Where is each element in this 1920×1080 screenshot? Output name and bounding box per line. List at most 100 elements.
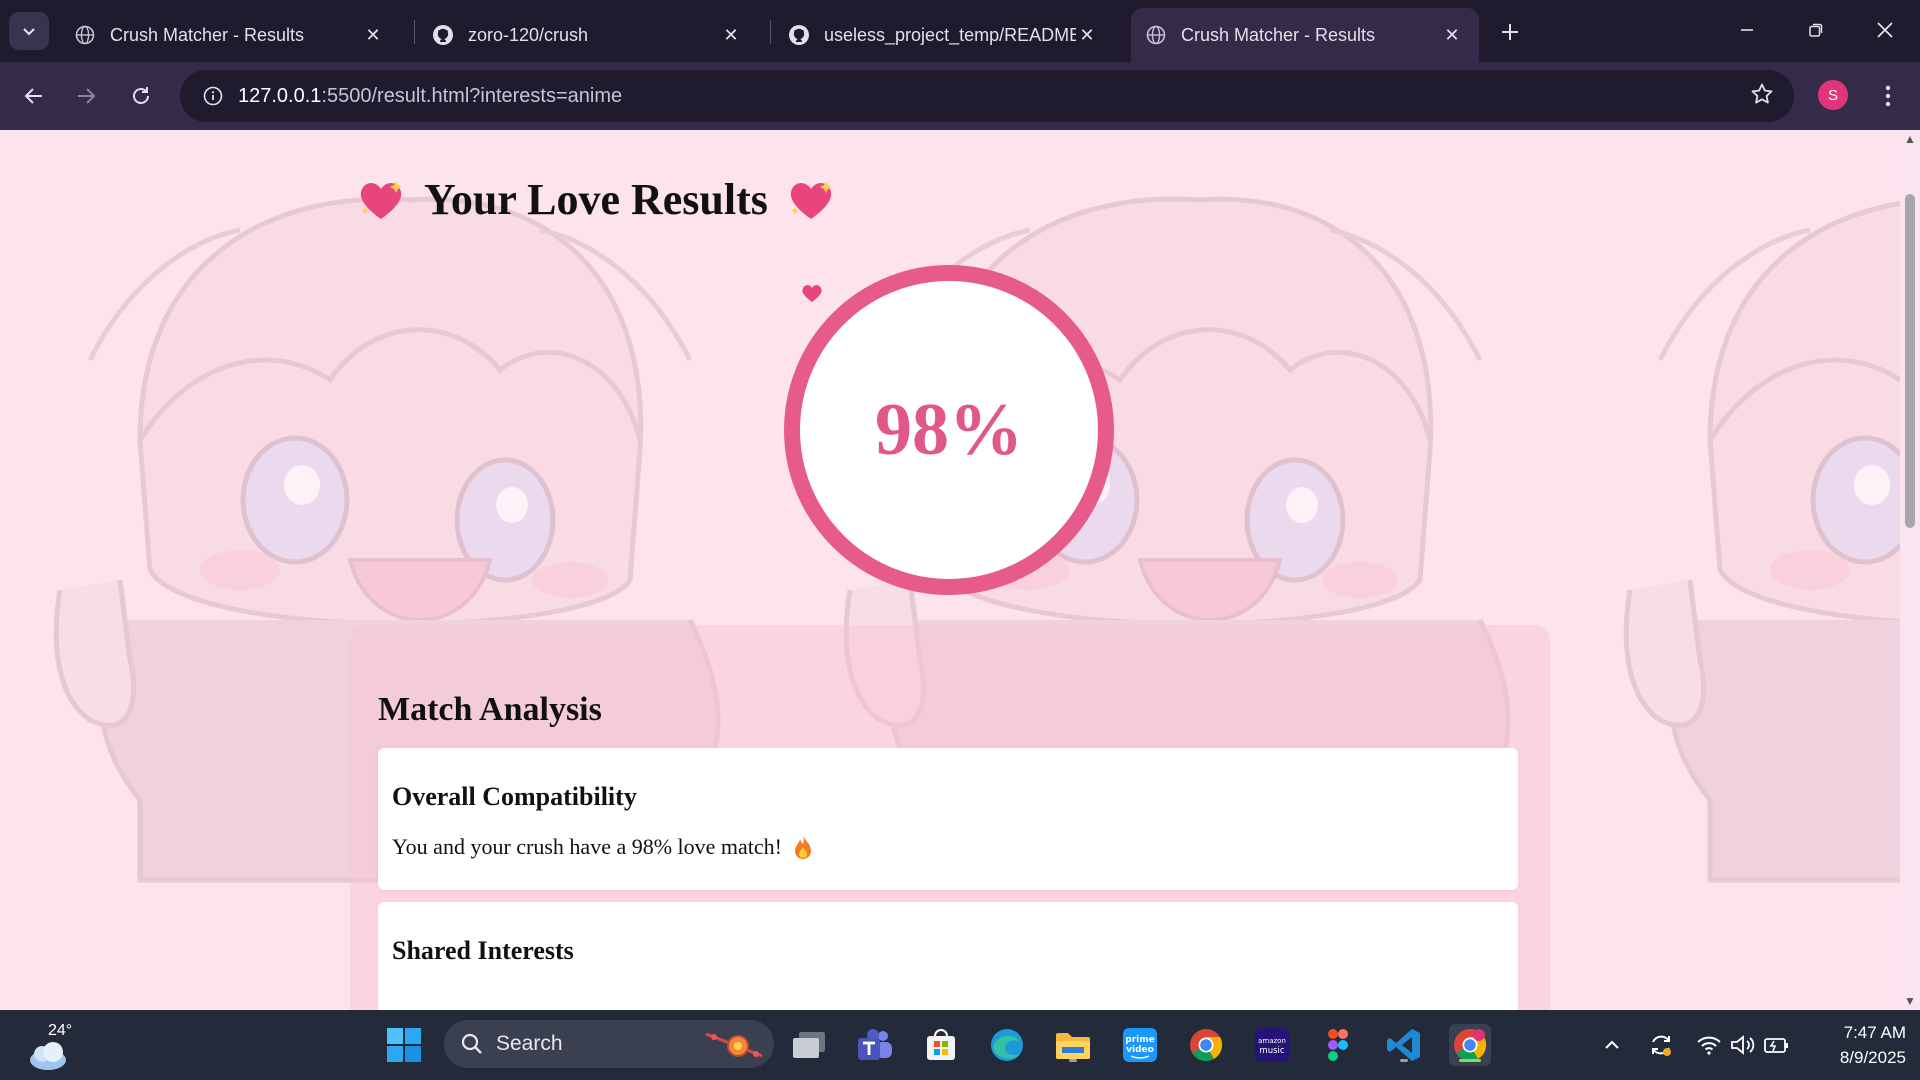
close-icon[interactable]: ✕	[1076, 24, 1098, 46]
windows-logo-icon	[387, 1028, 421, 1062]
tab-divider	[414, 20, 415, 44]
love-score-value: 98%	[875, 388, 1023, 471]
tab-title: zoro-120/crush	[468, 24, 589, 45]
chrome-profile-app[interactable]	[1449, 1024, 1491, 1066]
battery-icon[interactable]	[1762, 1028, 1792, 1062]
scroll-up-arrow-icon[interactable]: ▲	[1904, 132, 1916, 146]
svg-text:video: video	[1126, 1045, 1154, 1055]
show-hidden-icons-button[interactable]	[1597, 1028, 1627, 1062]
chevron-up-icon	[1605, 1040, 1619, 1049]
card-title: Overall Compatibility	[392, 782, 637, 811]
minimize-icon	[1741, 29, 1753, 31]
chrome-icon	[1454, 1029, 1487, 1062]
edge-icon	[991, 1029, 1023, 1061]
svg-text:music: music	[1259, 1046, 1284, 1056]
weather-widget[interactable]: 24°	[24, 1020, 84, 1070]
menu-button[interactable]	[1872, 76, 1904, 116]
card-title: Shared Interests	[392, 936, 574, 965]
page-title: Your Love Results	[356, 174, 836, 225]
tab-crush-results-1[interactable]: Crush Matcher - Results ✕	[60, 8, 400, 62]
prime-video-icon: primevideo	[1123, 1028, 1157, 1062]
amazon-music-icon: amazonmusic	[1255, 1028, 1289, 1062]
search-highlight-icon	[705, 1032, 763, 1058]
more-vert-icon	[1885, 85, 1891, 107]
task-view-icon	[793, 1032, 825, 1058]
chrome-app[interactable]	[1185, 1024, 1227, 1066]
browser-toolbar: 127.0.0.1:5500/result.html?interests=ani…	[0, 62, 1920, 130]
tab-search-button[interactable]	[9, 12, 49, 50]
plus-icon	[1502, 24, 1518, 40]
address-bar[interactable]: 127.0.0.1:5500/result.html?interests=ani…	[180, 70, 1794, 122]
sync-status-icon[interactable]	[1646, 1028, 1676, 1062]
match-analysis-heading: Match Analysis	[378, 691, 602, 728]
profile-avatar[interactable]: S	[1818, 80, 1848, 110]
arrow-right-icon	[78, 88, 96, 104]
url-text: 127.0.0.1:5500/result.html?interests=ani…	[238, 85, 622, 108]
url-path: :5500/result.html?interests=anime	[321, 84, 623, 107]
fire-icon	[795, 835, 812, 859]
shared-interests-card: Shared Interests	[378, 902, 1518, 1010]
system-clock[interactable]: 7:47 AM 8/9/2025	[1806, 1020, 1906, 1070]
close-icon[interactable]: ✕	[1441, 24, 1463, 46]
teams-app[interactable]	[854, 1024, 896, 1066]
reload-icon	[133, 87, 149, 104]
restore-icon	[1809, 23, 1823, 37]
vscode-app[interactable]	[1383, 1024, 1425, 1066]
figma-app[interactable]	[1317, 1024, 1359, 1066]
scroll-down-arrow-icon[interactable]: ▼	[1904, 994, 1916, 1008]
tab-title: useless_project_temp/README.	[824, 24, 1076, 45]
star-icon[interactable]	[1750, 82, 1774, 111]
teams-icon	[858, 1029, 892, 1060]
task-view-button[interactable]	[788, 1024, 830, 1066]
sparkling-heart-icon	[790, 180, 832, 219]
wifi-icon[interactable]	[1694, 1028, 1724, 1062]
tab-divider	[770, 20, 771, 44]
clock-date: 8/9/2025	[1839, 1048, 1906, 1067]
compatibility-text: You and your crush have a 98% love match…	[392, 834, 783, 859]
start-button[interactable]	[383, 1024, 425, 1066]
page-title-text: Your Love Results	[424, 175, 768, 224]
clock-time: 7:47 AM	[1843, 1023, 1906, 1042]
forward-button[interactable]	[66, 76, 106, 116]
floating-heart-icon	[802, 285, 822, 302]
search-icon	[460, 1032, 496, 1056]
svg-text:amazon: amazon	[1258, 1037, 1286, 1045]
running-indicator	[1069, 1059, 1077, 1062]
svg-text:prime: prime	[1125, 1035, 1154, 1045]
github-icon	[788, 24, 810, 46]
tab-readme[interactable]: useless_project_temp/README. ✕	[774, 8, 1114, 62]
amazon-music-app[interactable]: amazon music	[1251, 1024, 1293, 1066]
edge-app[interactable]	[986, 1024, 1028, 1066]
page-viewport: Your Love Results 98% Match Analysis Ove…	[0, 130, 1900, 1010]
temperature: 24°	[48, 1022, 73, 1039]
tab-title: Crush Matcher - Results	[1181, 24, 1376, 45]
microsoft-store-app[interactable]	[920, 1024, 962, 1066]
window-close-button[interactable]	[1860, 10, 1910, 50]
running-indicator	[1400, 1059, 1408, 1062]
volume-icon[interactable]	[1728, 1028, 1758, 1062]
vscode-icon	[1387, 1029, 1420, 1061]
close-icon[interactable]: ✕	[362, 24, 384, 46]
minimize-button[interactable]	[1722, 10, 1772, 50]
restore-button[interactable]	[1791, 10, 1841, 50]
prime-video-app[interactable]: prime video	[1119, 1024, 1161, 1066]
reload-button[interactable]	[121, 76, 161, 116]
page-scrollbar[interactable]: ▲ ▼	[1900, 130, 1920, 1010]
back-button[interactable]	[14, 76, 54, 116]
url-host: 127.0.0.1	[238, 84, 322, 107]
chrome-icon	[1190, 1029, 1223, 1062]
close-icon[interactable]: ✕	[720, 24, 742, 46]
tab-zoro-crush[interactable]: zoro-120/crush ✕	[418, 8, 758, 62]
taskbar-search[interactable]: Search	[444, 1020, 774, 1068]
arrow-left-icon	[24, 88, 42, 104]
file-explorer-app[interactable]	[1052, 1024, 1094, 1066]
tab-crush-results-active[interactable]: Crush Matcher - Results ✕	[1131, 8, 1479, 62]
card-text: You and your crush have a 98% love match…	[392, 834, 814, 860]
windows-taskbar: 24° Search prime video amazon music 7:47…	[0, 1010, 1920, 1080]
new-tab-button[interactable]	[1494, 16, 1526, 48]
site-info-icon[interactable]	[188, 86, 238, 106]
scrollbar-thumb[interactable]	[1905, 194, 1915, 528]
chevron-down-icon	[23, 28, 35, 36]
globe-icon	[74, 24, 96, 46]
search-placeholder: Search	[496, 1032, 563, 1055]
